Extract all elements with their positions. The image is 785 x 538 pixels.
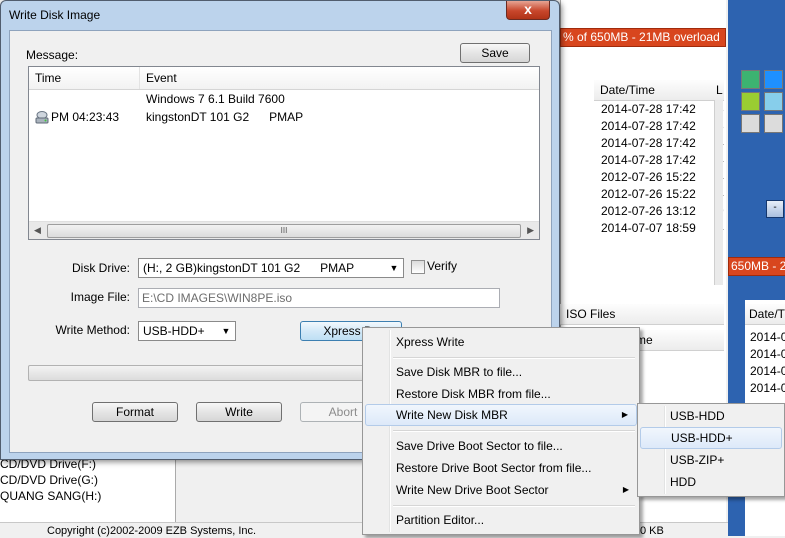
log-horizontal-scrollbar[interactable]: ◀ III ▶ (29, 221, 539, 239)
drive-item[interactable]: QUANG SANG(H:) (0, 488, 101, 505)
lower-row-date[interactable]: 2014-07 (750, 380, 785, 397)
column-header-name[interactable]: me (630, 330, 724, 351)
submenu-item-hdd[interactable]: HDD (640, 471, 782, 493)
xpress-boot-menu: Xpress Write Save Disk MBR to file... Re… (362, 327, 640, 535)
file-list-scrollbar[interactable] (714, 100, 723, 285)
capacity-overload-bar: % of 650MB - 21MB overload (560, 28, 726, 47)
menu-item-restore-boot-sector[interactable]: Restore Drive Boot Sector from file... (365, 457, 637, 479)
menu-item-write-new-mbr[interactable]: Write New Disk MBR ▶ (365, 404, 637, 426)
color-swatch[interactable] (741, 70, 760, 89)
menu-item-save-boot-sector[interactable]: Save Drive Boot Sector to file... (365, 435, 637, 457)
color-swatch[interactable] (764, 92, 783, 111)
drive-item[interactable]: CD/DVD Drive(G:) (0, 472, 98, 489)
close-button[interactable]: x (506, 1, 550, 20)
file-row-date[interactable]: 2014-07-28 17:42 (601, 135, 696, 152)
color-swatch[interactable] (741, 92, 760, 111)
menu-separator (393, 505, 635, 507)
submenu-item-usb-zip-plus[interactable]: USB-ZIP+ (640, 449, 782, 471)
menu-item-xpress-write[interactable]: Xpress Write (365, 331, 637, 353)
disk-drive-label: Disk Drive: (71, 261, 130, 275)
write-method-select[interactable]: USB-HDD+ ▼ (138, 321, 236, 341)
log-event: kingstonDT 101 G2 PMAP (146, 110, 304, 124)
log-row[interactable]: PM 04:23:43 kingstonDT 101 G2 PMAP (29, 109, 539, 127)
image-file-input[interactable]: E:\CD IMAGES\WIN8PE.iso (138, 288, 500, 308)
file-row-date[interactable]: 2014-07-28 17:42 (601, 101, 696, 118)
column-header-l[interactable]: L (714, 80, 724, 101)
verify-checkbox[interactable] (411, 260, 425, 274)
lower-row-date[interactable]: 2014-07 (750, 346, 785, 363)
menu-item-label: Write New Drive Boot Sector (396, 483, 549, 497)
log-time: PM 04:23:43 (51, 110, 120, 124)
file-row-date[interactable]: 2012-07-26 15:22 (601, 169, 696, 186)
column-header-date-2[interactable]: Date/T (745, 304, 785, 325)
menu-separator (393, 430, 635, 432)
disk-drive-select[interactable]: (H:, 2 GB)kingstonDT 101 G2 PMAP ▼ (138, 258, 404, 278)
log-header: Time Event (29, 67, 539, 90)
save-button[interactable]: Save (460, 43, 530, 63)
lower-row-date[interactable]: 2014-07 (750, 329, 785, 346)
menu-item-write-new-boot-sector[interactable]: Write New Drive Boot Sector ▶ (365, 479, 637, 501)
color-swatch[interactable] (741, 114, 760, 133)
verify-label[interactable]: Verify (427, 259, 457, 273)
column-header-event[interactable]: Event (140, 67, 539, 89)
lower-row-date[interactable]: 2014-07 (750, 363, 785, 380)
log-event: Windows 7 6.1 Build 7600 (146, 92, 285, 106)
submenu-item-usb-hdd-plus[interactable]: USB-HDD+ (640, 427, 782, 449)
color-swatch[interactable] (764, 114, 783, 133)
format-button[interactable]: Format (92, 402, 178, 422)
collapse-button[interactable]: - (766, 200, 784, 218)
menu-item-save-mbr[interactable]: Save Disk MBR to file... (365, 361, 637, 383)
message-label: Message: (26, 48, 79, 62)
write-method-value: USB-HDD+ (143, 324, 205, 338)
menu-item-restore-mbr[interactable]: Restore Disk MBR from file... (365, 383, 637, 405)
scroll-thumb[interactable]: III (47, 224, 521, 238)
scroll-left-icon[interactable]: ◀ (34, 225, 41, 236)
column-header-date[interactable]: Date/Time (594, 80, 720, 101)
write-button[interactable]: Write (196, 402, 282, 422)
file-row-date[interactable]: 2014-07-28 17:42 (601, 152, 696, 169)
image-file-label: Image File: (70, 290, 130, 304)
color-swatch[interactable] (764, 70, 783, 89)
file-row-date[interactable]: 2012-07-26 13:12 (601, 203, 696, 220)
log-row[interactable]: Windows 7 6.1 Build 7600 (29, 91, 539, 109)
capacity-overload-bar-2: 650MB - 21MB ove (728, 257, 785, 276)
submenu-arrow-icon: ▶ (621, 410, 628, 419)
disk-drive-value: (H:, 2 GB)kingstonDT 101 G2 PMAP (143, 261, 355, 275)
message-log[interactable]: Time Event Windows 7 6.1 Build 7600 PM 0… (28, 66, 540, 240)
file-row-date[interactable]: 2012-07-26 15:22 (601, 186, 696, 203)
column-header-time[interactable]: Time (29, 67, 140, 89)
submenu-arrow-icon: ▶ (622, 485, 629, 494)
iso-files-header: ISO Files (560, 304, 724, 325)
file-row-date[interactable]: 2014-07-07 18:59 (601, 220, 696, 237)
disk-icon (34, 111, 50, 128)
scroll-right-icon[interactable]: ▶ (527, 225, 534, 236)
write-mbr-submenu: USB-HDD USB-HDD+ USB-ZIP+ HDD (637, 403, 785, 497)
submenu-item-usb-hdd[interactable]: USB-HDD (640, 405, 782, 427)
chevron-down-icon: ▼ (389, 263, 399, 273)
menu-item-label: Write New Disk MBR (396, 408, 508, 422)
close-icon: x (524, 1, 532, 17)
menu-separator (393, 357, 635, 359)
dialog-title: Write Disk Image (9, 8, 101, 22)
write-method-label: Write Method: (55, 323, 130, 337)
chevron-down-icon: ▼ (221, 326, 231, 336)
menu-item-partition-editor[interactable]: Partition Editor... (365, 509, 637, 531)
file-row-date[interactable]: 2014-07-28 17:42 (601, 118, 696, 135)
